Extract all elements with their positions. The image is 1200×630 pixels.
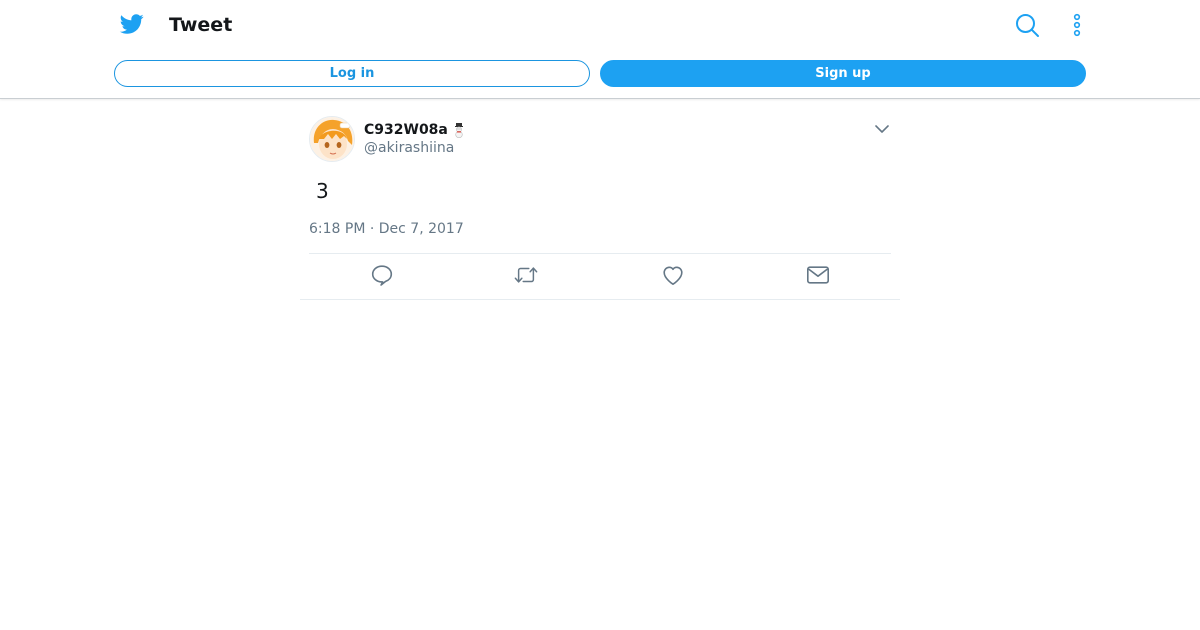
tweet-card: C932W08a @akirashiina 3 6:18 PM · Dec 7,… — [300, 99, 900, 300]
tweet-text: 3 — [316, 179, 329, 203]
page-title: Tweet — [169, 14, 233, 36]
direct-message-icon[interactable] — [806, 263, 830, 287]
more-vertical-icon[interactable] — [1067, 12, 1087, 38]
like-icon[interactable] — [661, 263, 685, 287]
retweet-icon[interactable] — [514, 263, 538, 287]
twitter-bird-icon[interactable] — [119, 12, 145, 36]
log-in-button[interactable]: Log in — [114, 60, 590, 87]
snowman-emoji-icon — [454, 123, 463, 138]
author-row[interactable]: C932W08a — [364, 121, 466, 139]
reply-icon[interactable] — [370, 263, 394, 287]
avatar-image — [310, 117, 354, 161]
chevron-down-icon[interactable] — [874, 121, 890, 137]
search-icon[interactable] — [1014, 12, 1040, 38]
tweet-timestamp[interactable]: 6:18 PM · Dec 7, 2017 — [309, 220, 464, 238]
display-name[interactable]: C932W08a — [364, 121, 448, 139]
top-bar: Tweet Log in Sign up — [0, 0, 1200, 99]
user-handle[interactable]: @akirashiina — [364, 139, 454, 157]
divider — [309, 253, 891, 254]
tweet-actions — [300, 263, 900, 289]
avatar[interactable] — [309, 116, 355, 162]
sign-up-button[interactable]: Sign up — [600, 60, 1086, 87]
